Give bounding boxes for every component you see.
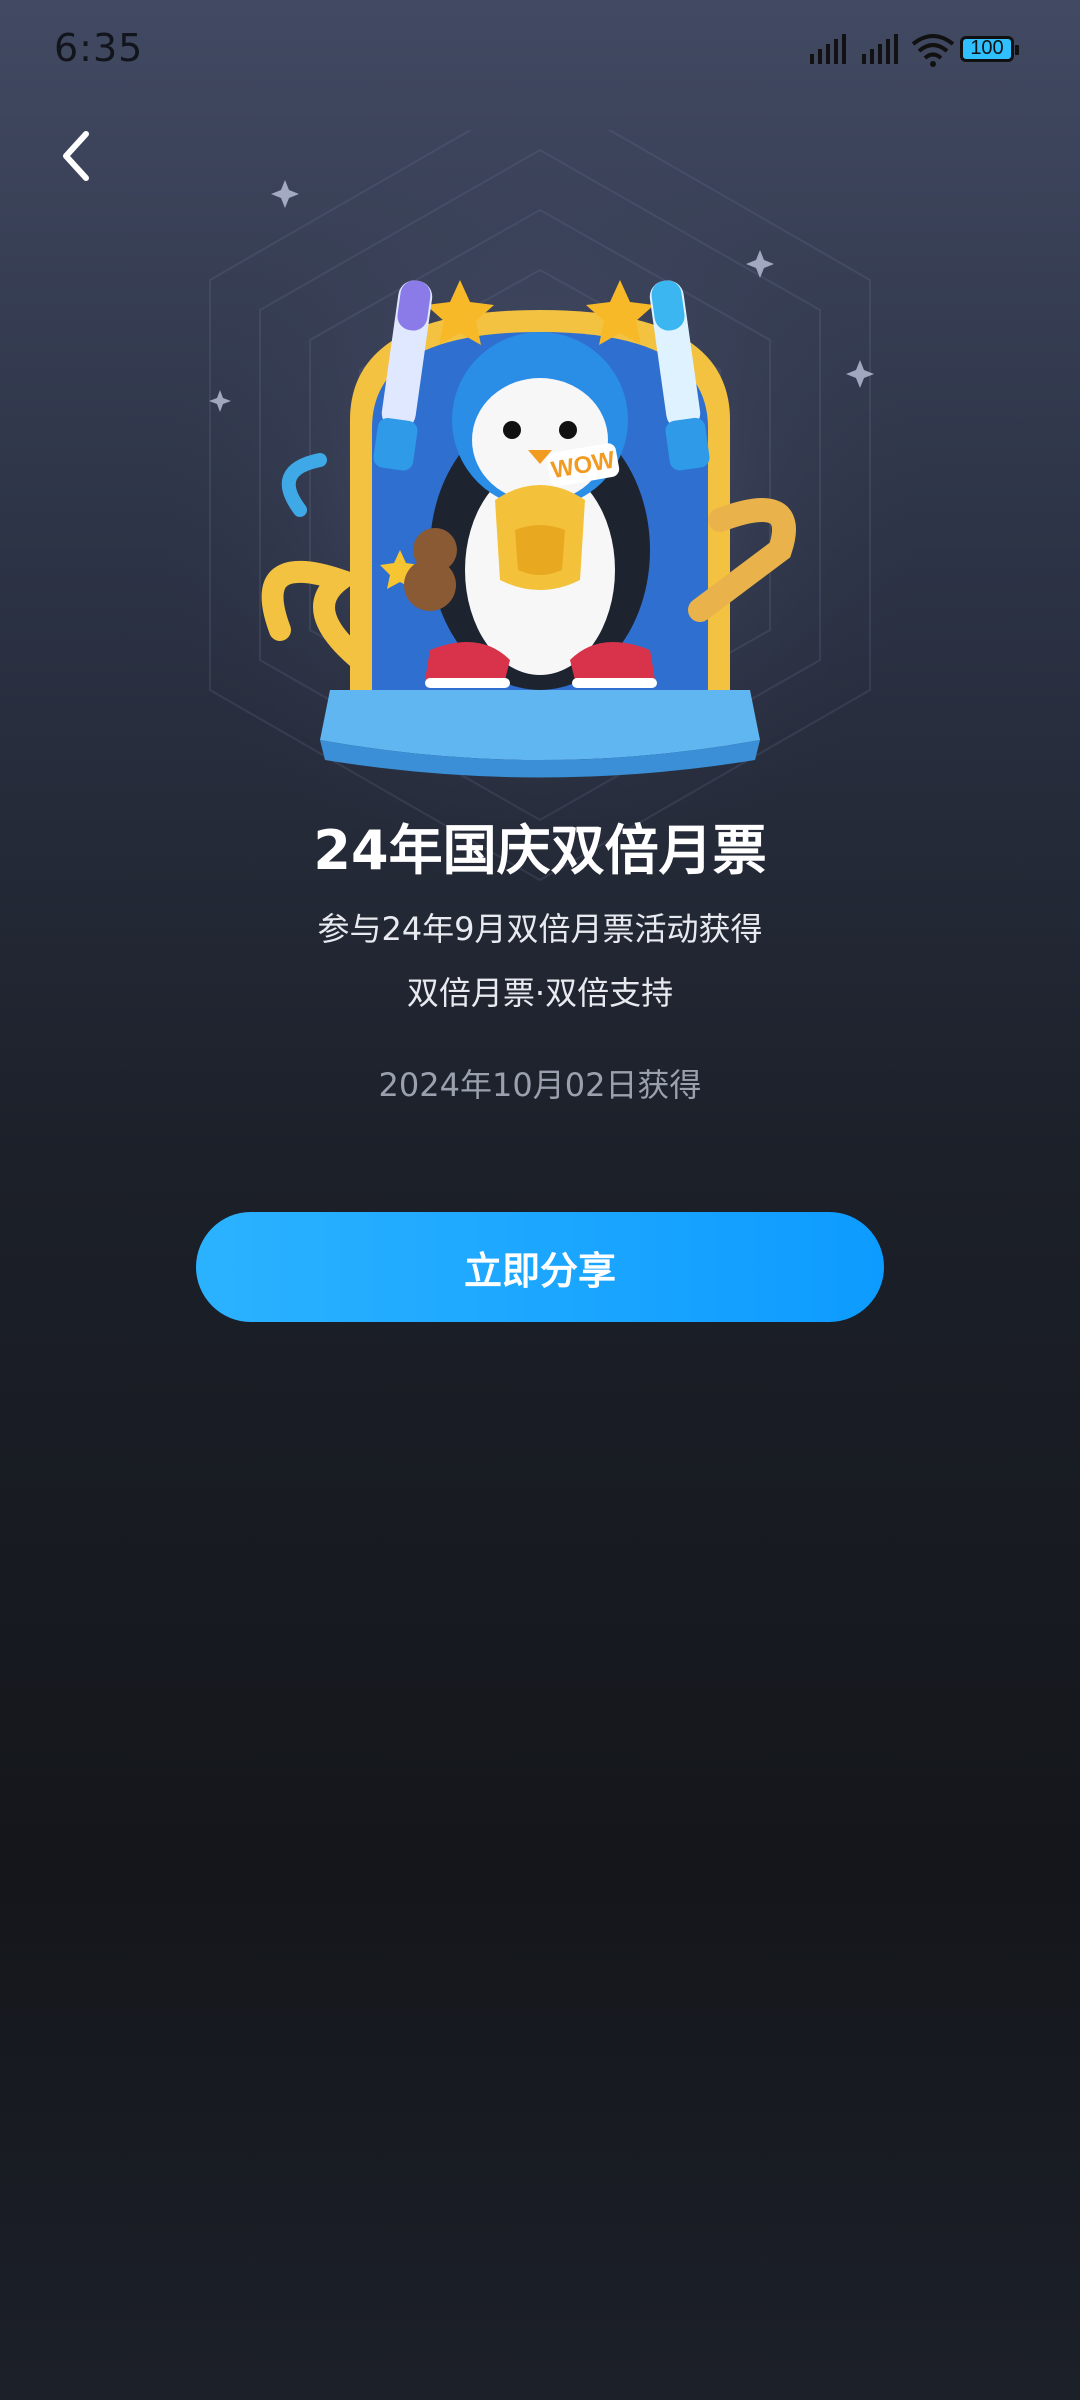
status-bar: 6:35 100 <box>0 0 1080 100</box>
cellular-signal-icon-2 <box>862 34 898 64</box>
share-button[interactable]: 立即分享 <box>196 1212 884 1322</box>
badge-title: 24年国庆双倍月票 <box>313 819 767 882</box>
cellular-signal-icon <box>810 34 846 64</box>
battery-icon: 100 <box>960 36 1019 62</box>
badge-obtained-date: 2024年10月02日获得 <box>378 1066 702 1104</box>
battery-level: 100 <box>970 37 1004 59</box>
back-button[interactable] <box>52 126 102 186</box>
badge-illustration: WOW <box>261 280 796 778</box>
wifi-icon <box>911 34 955 67</box>
share-button-label: 立即分享 <box>463 1248 616 1293</box>
badge-description: 参与24年9月双倍月票活动获得 <box>317 910 763 948</box>
status-time: 6:35 <box>54 26 144 70</box>
badge-tags: 双倍月票·双倍支持 <box>406 974 674 1012</box>
